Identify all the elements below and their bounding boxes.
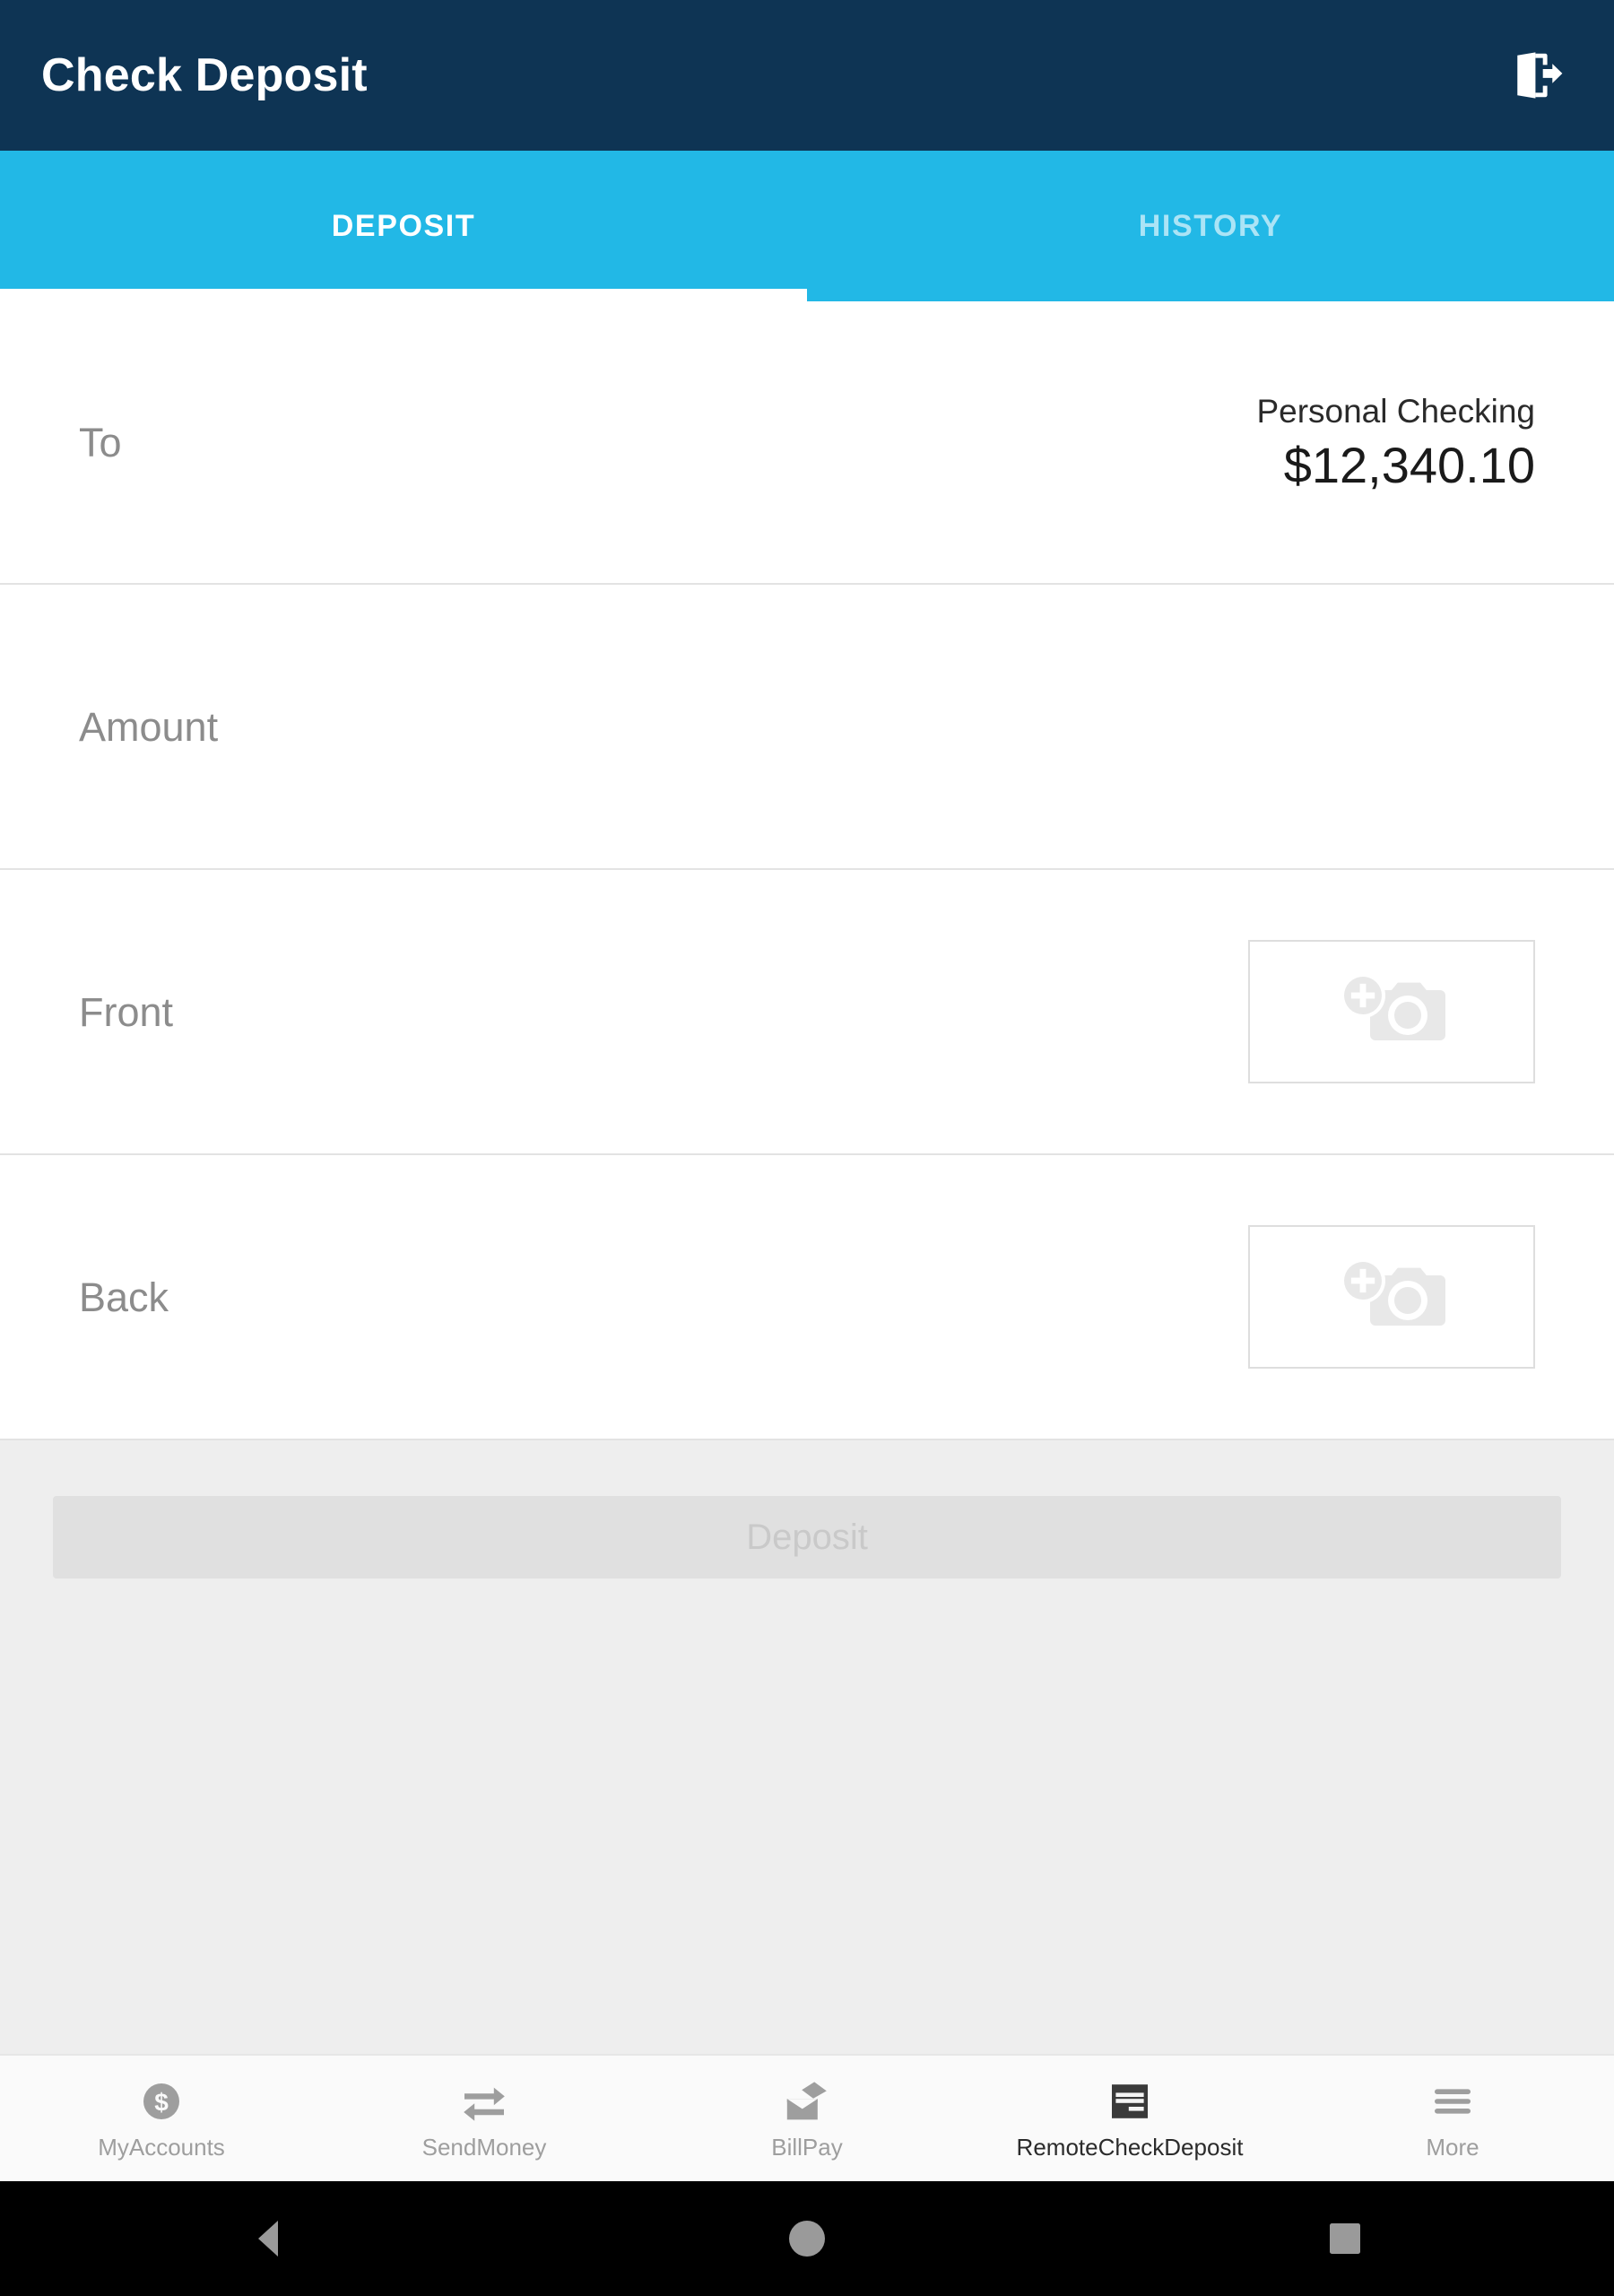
account-balance: $12,340.10: [1283, 436, 1535, 493]
logout-door-arrow-icon: [1517, 52, 1563, 99]
nav-label-myaccounts: MyAccounts: [98, 2134, 225, 2161]
system-home-button[interactable]: [717, 2181, 897, 2296]
nav-label-more: More: [1426, 2134, 1480, 2161]
deposit-form: To Personal Checking $12,340.10 Amount F…: [0, 301, 1614, 1440]
tab-history-label: HISTORY: [1138, 208, 1283, 243]
nav-item-more[interactable]: More: [1291, 2056, 1614, 2181]
system-back-button[interactable]: [179, 2181, 359, 2296]
front-image-row[interactable]: Front: [0, 870, 1614, 1155]
hamburger-menu-icon: [1431, 2078, 1474, 2125]
tab-deposit[interactable]: DEPOSIT: [0, 151, 807, 301]
tab-history[interactable]: HISTORY: [807, 151, 1614, 301]
back-image-row[interactable]: Back: [0, 1155, 1614, 1440]
nav-label-sendmoney: SendMoney: [421, 2134, 547, 2161]
home-circle-icon: [789, 2221, 825, 2257]
to-label: To: [79, 419, 122, 465]
nav-label-billpay: BillPay: [771, 2134, 843, 2161]
nav-item-myaccounts[interactable]: $ MyAccounts: [0, 2056, 323, 2181]
app-screen: Check Deposit DEPOSIT HISTORY To Persona…: [0, 0, 1614, 2296]
check-document-icon: [1108, 2078, 1151, 2125]
deposit-button[interactable]: Deposit: [53, 1496, 1561, 1578]
svg-text:$: $: [154, 2088, 169, 2116]
back-capture-button[interactable]: [1248, 1225, 1535, 1369]
front-label: Front: [79, 988, 174, 1035]
envelope-pen-icon: [785, 2078, 829, 2125]
nav-item-remotecheckdeposit[interactable]: RemoteCheckDeposit: [968, 2056, 1291, 2181]
back-triangle-icon: [258, 2221, 278, 2257]
tab-active-indicator: [0, 289, 807, 301]
nav-label-remotecheckdeposit: RemoteCheckDeposit: [1016, 2134, 1244, 2161]
transfer-arrows-icon: [461, 2078, 508, 2125]
amount-row[interactable]: Amount: [0, 585, 1614, 870]
selected-account: Personal Checking $12,340.10: [1256, 395, 1535, 491]
nav-item-sendmoney[interactable]: SendMoney: [323, 2056, 646, 2181]
logout-button[interactable]: [1499, 37, 1576, 114]
system-recents-button[interactable]: [1255, 2181, 1435, 2296]
recents-square-icon: [1330, 2223, 1360, 2254]
account-name: Personal Checking: [1256, 392, 1535, 430]
app-bar: Check Deposit: [0, 0, 1614, 151]
nav-item-billpay[interactable]: BillPay: [646, 2056, 968, 2181]
add-photo-camera-icon: [1341, 973, 1445, 1040]
account-selector-row[interactable]: To Personal Checking $12,340.10: [0, 301, 1614, 585]
page-title: Check Deposit: [41, 49, 368, 101]
tab-deposit-label: DEPOSIT: [331, 208, 476, 243]
deposit-action-area: Deposit: [0, 1440, 1614, 2054]
back-label: Back: [79, 1274, 169, 1320]
android-system-nav: [0, 2181, 1614, 2296]
dollar-circle-icon: $: [140, 2078, 183, 2125]
add-photo-camera-icon: [1341, 1258, 1445, 1326]
tab-bar: DEPOSIT HISTORY: [0, 151, 1614, 301]
amount-placeholder: Amount: [79, 703, 219, 750]
front-capture-button[interactable]: [1248, 940, 1535, 1083]
bottom-navigation: $ MyAccounts SendMoney BillPay RemoteChe…: [0, 2054, 1614, 2181]
